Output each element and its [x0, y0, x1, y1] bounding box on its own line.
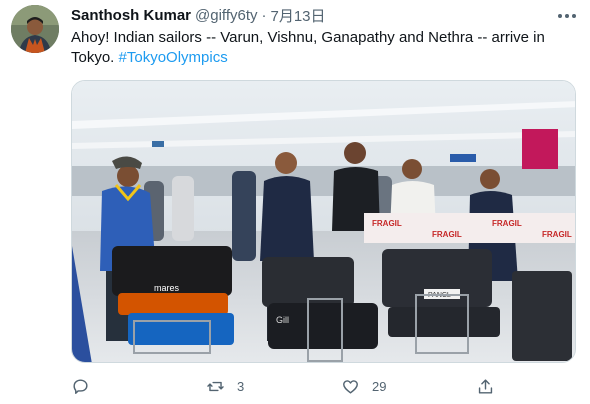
retweet-icon: [207, 381, 224, 391]
share-icon: [478, 378, 493, 394]
tweet-header: Santhosh Kumar @giffy6ty · 7月13日: [71, 5, 326, 25]
hashtag-link[interactable]: #TokyoOlympics: [119, 49, 228, 66]
retweet-button[interactable]: 3: [206, 372, 244, 400]
tweet-text: Ahoy! Indian sailors -- Varun, Vishnu, G…: [71, 28, 571, 68]
more-dot-icon: [565, 14, 569, 18]
more-dot-icon: [572, 14, 576, 18]
fragile-label: FRAGIL: [492, 219, 522, 228]
tweet-date[interactable]: 7月13日: [271, 5, 326, 26]
tweet[interactable]: Santhosh Kumar @giffy6ty · 7月13日 Ahoy! I…: [0, 0, 590, 404]
tweet-photo[interactable]: FRAGIL FRAGIL FRAGIL FRAGIL mares Gill P…: [71, 80, 576, 363]
bag-brand-label: Gill: [276, 315, 289, 325]
header-separator: ·: [261, 6, 267, 24]
share-button[interactable]: [476, 372, 495, 400]
more-dot-icon: [558, 14, 562, 18]
more-options-button[interactable]: [552, 5, 582, 27]
like-count: 29: [372, 378, 387, 394]
like-button[interactable]: 29: [341, 372, 386, 400]
author-handle[interactable]: @giffy6ty: [195, 7, 257, 24]
bag-brand-label: mares: [154, 283, 180, 293]
reply-button[interactable]: [71, 372, 90, 400]
avatar-image: [11, 5, 59, 53]
fragile-label: FRAGIL: [542, 230, 572, 239]
reply-icon: [73, 378, 88, 394]
airport-photo: FRAGIL FRAGIL FRAGIL FRAGIL mares Gill P…: [72, 81, 575, 362]
fragile-label: FRAGIL: [372, 219, 402, 228]
author-name[interactable]: Santhosh Kumar: [71, 7, 191, 24]
retweet-count: 3: [237, 378, 245, 394]
author-avatar[interactable]: [11, 5, 59, 53]
fragile-label: FRAGIL: [432, 230, 462, 239]
tweet-actions: 3 29: [71, 372, 551, 400]
heart-icon: [343, 379, 358, 394]
